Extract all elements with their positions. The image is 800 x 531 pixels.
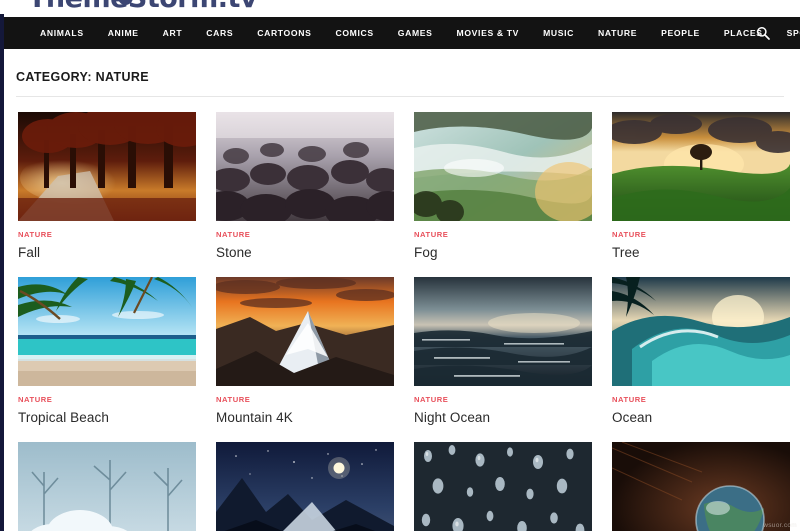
card-category-label[interactable]: NATURE bbox=[414, 230, 592, 239]
thumbnail-snow-trees[interactable] bbox=[18, 442, 196, 531]
card-category-label[interactable]: NATURE bbox=[216, 395, 394, 404]
card-title[interactable]: Night Ocean bbox=[414, 410, 592, 425]
card-title[interactable]: Ocean bbox=[612, 410, 790, 425]
card-title[interactable]: Mountain 4K bbox=[216, 410, 394, 425]
card-title[interactable]: Fall bbox=[18, 245, 196, 260]
card-category-label[interactable]: NATURE bbox=[18, 230, 196, 239]
card-item[interactable]: NATURE Tree bbox=[612, 112, 790, 260]
nav-item-art[interactable]: ART bbox=[151, 17, 195, 49]
nav-item-comics[interactable]: COMICS bbox=[323, 17, 385, 49]
thumbnail-wave-palm[interactable] bbox=[612, 277, 790, 386]
card-item[interactable]: NATURE Night Ocean bbox=[414, 277, 592, 425]
thumbnail-starry-mountain[interactable] bbox=[216, 442, 394, 531]
nav-item-people[interactable]: PEOPLE bbox=[649, 17, 712, 49]
thumbnail-dark-sea[interactable] bbox=[414, 277, 592, 386]
thumbnail-foggy-valley[interactable] bbox=[414, 112, 592, 221]
thumbnail-stones-mist[interactable] bbox=[216, 112, 394, 221]
card-category-label[interactable]: NATURE bbox=[18, 395, 196, 404]
card-item[interactable]: NATURE Fall bbox=[18, 112, 196, 260]
site-logo-text[interactable]: ThemeStorm.tv bbox=[28, 0, 258, 14]
card-title[interactable]: Fog bbox=[414, 245, 592, 260]
card-item[interactable]: NATURE bbox=[216, 442, 394, 531]
thumbnail-autumn-road[interactable] bbox=[18, 112, 196, 221]
nav-item-games[interactable]: GAMES bbox=[386, 17, 445, 49]
card-item[interactable]: NATURE bbox=[414, 442, 592, 531]
category-header: CATEGORY: NATURE bbox=[4, 49, 800, 97]
site-logo-strip: ThemeStorm.tv bbox=[0, 0, 800, 16]
nav-item-animals[interactable]: ANIMALS bbox=[28, 17, 96, 49]
card-category-label[interactable]: NATURE bbox=[414, 395, 592, 404]
thumbnail-planet-space[interactable] bbox=[612, 442, 790, 531]
thumbnail-water-drops[interactable] bbox=[414, 442, 592, 531]
nav-item-music[interactable]: MUSIC bbox=[531, 17, 586, 49]
nav-item-nature[interactable]: NATURE bbox=[586, 17, 649, 49]
search-icon[interactable] bbox=[756, 26, 770, 40]
card-item[interactable]: NATURE bbox=[612, 442, 790, 531]
wallpaper-grid: NATURE Fall NATURE Stone NATURE Fog NATU… bbox=[18, 112, 790, 531]
card-item[interactable]: NATURE Stone bbox=[216, 112, 394, 260]
card-item[interactable]: NATURE Fog bbox=[414, 112, 592, 260]
card-item[interactable]: NATURE Tropical Beach bbox=[18, 277, 196, 425]
card-item[interactable]: NATURE bbox=[18, 442, 196, 531]
page-title: CATEGORY: NATURE bbox=[16, 70, 149, 84]
card-category-label[interactable]: NATURE bbox=[216, 230, 394, 239]
card-category-label[interactable]: NATURE bbox=[612, 230, 790, 239]
page-root: ThemeStorm.tv ANIMALS ANIME ART CARS CAR… bbox=[0, 0, 800, 531]
header-divider bbox=[16, 96, 784, 97]
thumbnail-lone-tree-hills[interactable] bbox=[612, 112, 790, 221]
nav-item-sports[interactable]: SPORTS bbox=[775, 17, 800, 49]
nav-item-list: ANIMALS ANIME ART CARS CARTOONS COMICS G… bbox=[28, 17, 800, 49]
left-rail bbox=[0, 14, 4, 531]
card-item[interactable]: NATURE Ocean bbox=[612, 277, 790, 425]
main-navigation: ANIMALS ANIME ART CARS CARTOONS COMICS G… bbox=[4, 17, 800, 49]
card-title[interactable]: Tropical Beach bbox=[18, 410, 196, 425]
card-title[interactable]: Stone bbox=[216, 245, 394, 260]
card-category-label[interactable]: NATURE bbox=[612, 395, 790, 404]
card-title[interactable]: Tree bbox=[612, 245, 790, 260]
nav-item-movies-tv[interactable]: MOVIES & TV bbox=[445, 17, 532, 49]
nav-item-cartoons[interactable]: CARTOONS bbox=[245, 17, 323, 49]
image-watermark: wsuor.com bbox=[763, 522, 797, 529]
card-item[interactable]: NATURE Mountain 4K bbox=[216, 277, 394, 425]
nav-item-anime[interactable]: ANIME bbox=[96, 17, 151, 49]
nav-item-cars[interactable]: CARS bbox=[194, 17, 245, 49]
thumbnail-sunset-peak[interactable] bbox=[216, 277, 394, 386]
thumbnail-palm-beach[interactable] bbox=[18, 277, 196, 386]
